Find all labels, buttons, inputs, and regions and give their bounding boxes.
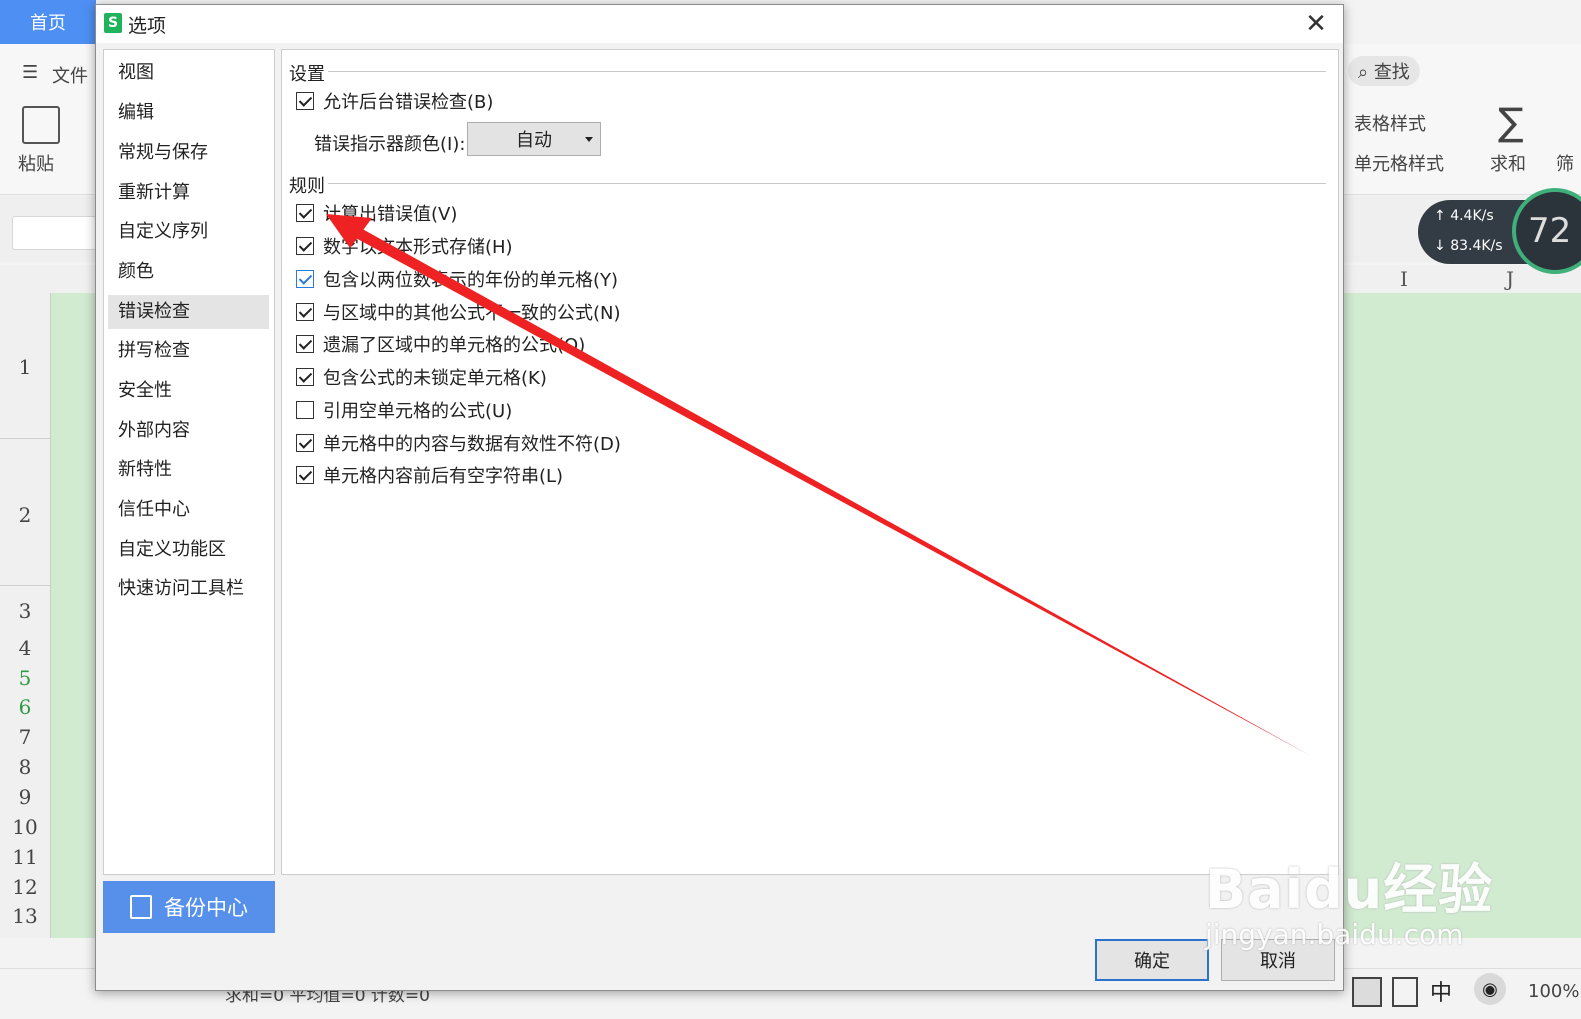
- watermark-url: jingyan.baidu.com: [1205, 918, 1464, 951]
- baidu-watermark: Baidu经验 jingyan.baidu.com: [1205, 845, 1493, 951]
- watermark-brand: Baidu经验: [1205, 858, 1494, 921]
- arrow-shaft: [352, 226, 1311, 756]
